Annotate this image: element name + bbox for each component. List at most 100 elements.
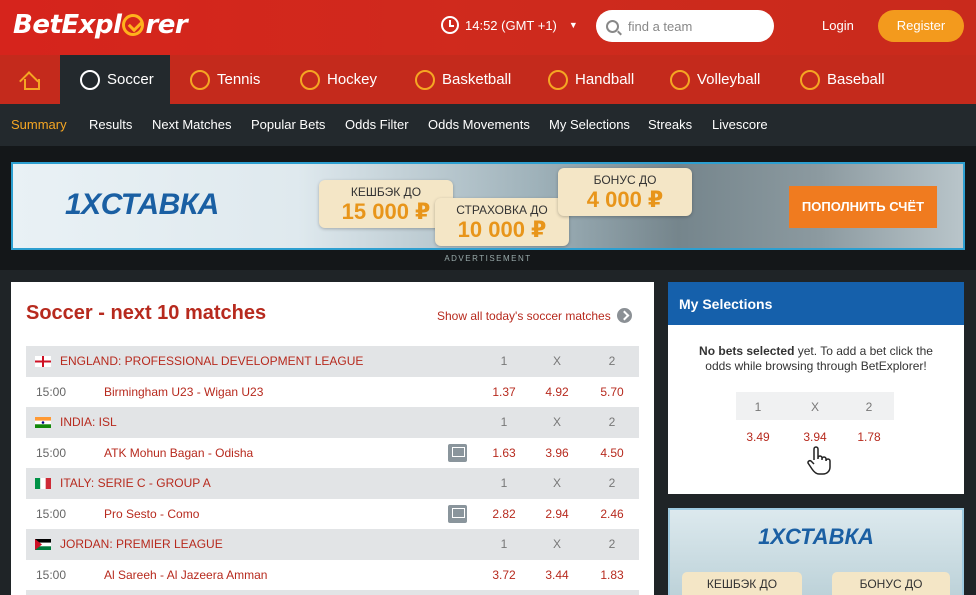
ad-label: ADVERTISEMENT	[444, 254, 532, 263]
ad-card-title: КЕШБЭК ДО	[350, 185, 422, 199]
table-row: 15:00 Al Sareeh - Al Jazeera Amman 3.72 …	[26, 559, 639, 590]
ad-card-bonus: БОНУС ДО 4 000 ₽	[558, 168, 692, 216]
league-header: ITALY: SERIE C - GROUP A 1 X 2	[26, 468, 639, 499]
league-header: ENGLAND: PROFESSIONAL DEVELOPMENT LEAGUE…	[26, 346, 639, 377]
ad-banner[interactable]: 1XСТАВКА КЕШБЭК ДО 15 000 ₽ СТРАХОВКА ДО…	[11, 162, 965, 250]
league-header: JORDAN: PREMIER LEAGUE 1 X 2	[26, 529, 639, 560]
tv-icon[interactable]	[448, 504, 467, 523]
login-link[interactable]: Login	[822, 18, 854, 33]
odd-home[interactable]: 1.37	[484, 385, 524, 399]
col-draw: X	[552, 537, 561, 551]
ad-card-value: 4 000 ₽	[586, 187, 664, 212]
subnav-odds-filter[interactable]: Odds Filter	[345, 117, 409, 132]
subnav-next-matches[interactable]: Next Matches	[152, 117, 231, 132]
match-teams[interactable]: Pro Sesto - Como	[104, 507, 199, 521]
register-button[interactable]: Register	[878, 10, 964, 42]
england-flag-icon	[35, 356, 51, 367]
match-teams[interactable]: ATK Mohun Bagan - Odisha	[104, 446, 253, 460]
col-draw: X	[810, 400, 819, 414]
top-header: BetExplrer 14:52 (GMT +1) ▼ Login Regist…	[0, 0, 976, 55]
italy-flag-icon	[35, 478, 51, 489]
ad2-brand: 1XСТАВКА	[758, 524, 874, 549]
sport-tab-baseball[interactable]: Baseball	[800, 55, 885, 104]
show-all-link[interactable]: Show all today's soccer matches	[437, 308, 632, 323]
example-odd-away: 1.78	[857, 430, 881, 444]
league-name[interactable]: JORDAN: PREMIER LEAGUE	[60, 537, 223, 551]
league-name[interactable]: ENGLAND: PROFESSIONAL DEVELOPMENT LEAGUE	[60, 354, 363, 368]
odd-away[interactable]: 2.46	[592, 507, 632, 521]
sport-tab-hockey[interactable]: Hockey	[300, 55, 377, 104]
sport-tab-basketball[interactable]: Basketball	[415, 55, 511, 104]
subnav-summary[interactable]: Summary	[11, 117, 67, 132]
subnav-streaks[interactable]: Streaks	[648, 117, 692, 132]
col-away: 2	[608, 537, 616, 551]
logo-check-icon	[122, 14, 145, 36]
sport-tab-volleyball[interactable]: Volleyball	[670, 55, 760, 104]
col-away: 2	[608, 354, 616, 368]
subnav-my-selections[interactable]: My Selections	[549, 117, 630, 132]
page-title: Soccer - next 10 matches	[26, 302, 267, 324]
ad-brand: 1XСТАВКА	[65, 188, 219, 221]
odd-away[interactable]: 4.50	[592, 446, 632, 460]
odd-home[interactable]: 2.82	[484, 507, 524, 521]
handball-icon	[548, 69, 568, 90]
sport-tab-soccer[interactable]: Soccer	[60, 55, 170, 104]
sport-tab-label: Handball	[575, 71, 635, 88]
chevron-down-icon: ▼	[568, 20, 578, 30]
subnav-odds-movements[interactable]: Odds Movements	[428, 117, 530, 132]
col-home: 1	[500, 354, 508, 368]
odd-home[interactable]: 3.72	[484, 568, 524, 582]
col-home: 1	[500, 415, 508, 429]
league-name[interactable]: INDIA: ISL	[60, 415, 117, 429]
ad-deposit-button[interactable]: ПОПОЛНИТЬ СЧЁТ	[789, 186, 937, 228]
table-row: 15:00 Birmingham U23 - Wigan U23 1.37 4.…	[26, 376, 639, 407]
sport-tab-tennis[interactable]: Tennis	[190, 55, 260, 104]
message-bold: No bets selected	[699, 344, 795, 358]
sport-tab-label: Baseball	[827, 71, 885, 88]
ad2-card-cashback: КЕШБЭК ДО	[682, 572, 802, 595]
odd-draw[interactable]: 3.96	[537, 446, 577, 460]
table-row: 15:00 Pro Sesto - Como 2.82 2.94 2.46	[26, 498, 639, 529]
ad-card-value: 10 000 ₽	[457, 217, 547, 242]
odd-draw[interactable]: 3.44	[537, 568, 577, 582]
match-time: 15:00	[36, 506, 67, 521]
league-name[interactable]: ITALY: SERIE C - GROUP A	[60, 476, 211, 490]
match-time: 15:00	[36, 445, 67, 460]
search-input[interactable]	[628, 18, 758, 34]
tv-icon[interactable]	[448, 443, 467, 462]
volleyball-icon	[670, 69, 690, 90]
col-draw: X	[552, 476, 561, 490]
ad-area: 1XСТАВКА КЕШБЭК ДО 15 000 ₽ СТРАХОВКА ДО…	[0, 146, 976, 270]
odd-draw[interactable]: 2.94	[537, 507, 577, 521]
sidebar-ad[interactable]: 1XСТАВКА КЕШБЭК ДО БОНУС ДО	[668, 508, 964, 595]
tennis-racket-icon	[190, 69, 210, 90]
sport-tab-handball[interactable]: Handball	[548, 55, 634, 104]
timezone-selector[interactable]: 14:52 (GMT +1) ▼	[441, 16, 578, 34]
logo[interactable]: BetExpl rer	[13, 10, 188, 40]
subnav-results[interactable]: Results	[89, 117, 132, 132]
soccer-ball-icon	[80, 69, 100, 90]
subnav-popular-bets[interactable]: Popular Bets	[251, 117, 325, 132]
pointer-hand-icon	[807, 446, 831, 475]
show-all-label: Show all today's soccer matches	[437, 308, 611, 323]
match-time: 15:00	[36, 567, 67, 582]
next-matches-panel: Soccer - next 10 matches Show all today'…	[11, 282, 654, 595]
my-selections-title: My Selections	[668, 282, 964, 325]
odd-away[interactable]: 5.70	[592, 385, 632, 399]
odd-away[interactable]: 1.83	[592, 568, 632, 582]
sport-tab-home[interactable]	[0, 55, 60, 104]
search-box[interactable]	[596, 10, 774, 42]
match-teams[interactable]: Al Sareeh - Al Jazeera Amman	[104, 568, 267, 582]
odd-home[interactable]: 1.63	[484, 446, 524, 460]
sport-tab-label: Basketball	[442, 71, 512, 88]
odd-draw[interactable]: 4.92	[537, 385, 577, 399]
search-icon	[606, 19, 619, 33]
clock-icon	[441, 16, 459, 34]
ad-card-title: СТРАХОВКА ДО	[456, 203, 548, 217]
match-teams[interactable]: Birmingham U23 - Wigan U23	[104, 385, 263, 399]
sport-tab-label: Hockey	[327, 71, 378, 88]
hockey-stick-icon	[300, 69, 320, 90]
sub-nav: Summary Results Next Matches Popular Bet…	[0, 104, 976, 146]
subnav-livescore[interactable]: Livescore	[712, 117, 768, 132]
sport-tab-label: Volleyball	[697, 71, 761, 88]
